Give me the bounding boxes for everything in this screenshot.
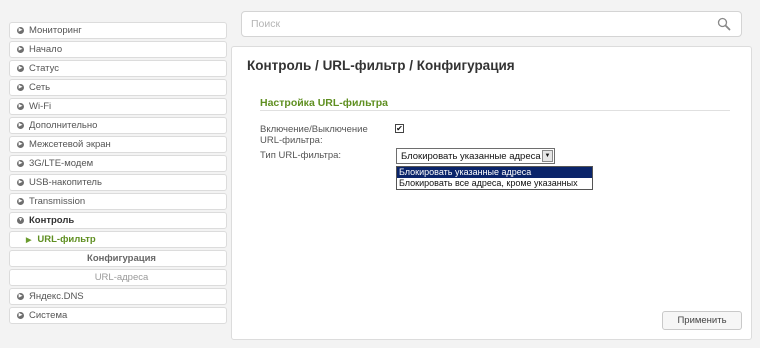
- search-placeholder: Поиск: [251, 18, 281, 30]
- section-title: Настройка URL-фильтра: [260, 97, 389, 109]
- search-bar[interactable]: Поиск: [241, 11, 742, 37]
- expand-icon: ▶: [17, 122, 24, 129]
- sidebar-item-label: Статус: [29, 63, 60, 74]
- enable-filter-label-line1: Включение/Выключение: [260, 124, 368, 135]
- sidebar-item-label: Дополнительно: [29, 120, 98, 131]
- sidebar-item-advanced[interactable]: ▶ Дополнительно: [9, 117, 227, 134]
- expand-icon: ▶: [17, 27, 24, 34]
- expand-icon: ▶: [17, 65, 24, 72]
- expand-icon: ▶: [17, 46, 24, 53]
- sidebar-item-label: Система: [29, 310, 68, 321]
- sidebar-item-wifi[interactable]: ▶ Wi-Fi: [9, 98, 227, 115]
- section-divider: [260, 110, 730, 111]
- enable-filter-checkbox[interactable]: ✔: [395, 124, 404, 133]
- sidebar-item-label: Начало: [29, 44, 63, 55]
- sidebar-item-url-addresses[interactable]: URL-адреса: [9, 269, 227, 286]
- sidebar-item-yandex-dns[interactable]: ▶ Яндекс.DNS: [9, 288, 227, 305]
- expand-icon: ▶: [17, 141, 24, 148]
- filter-type-option-block-all-except[interactable]: Блокировать все адреса, кроме указанных: [397, 178, 592, 189]
- expand-icon: ▶: [17, 293, 24, 300]
- sidebar-item-network[interactable]: ▶ Сеть: [9, 79, 227, 96]
- sidebar-item-monitoring[interactable]: ▶ Мониторинг: [9, 22, 227, 39]
- sidebar-item-label: Wi-Fi: [29, 101, 52, 112]
- sidebar-item-system[interactable]: ▶ Система: [9, 307, 227, 324]
- sidebar-item-transmission[interactable]: ▶ Transmission: [9, 193, 227, 210]
- enable-filter-label-line2: URL-фильтра:: [260, 135, 323, 146]
- main-panel: Контроль / URL-фильтр / Конфигурация Нас…: [231, 46, 752, 340]
- apply-button[interactable]: Применить: [662, 311, 742, 330]
- page-title: Контроль / URL-фильтр / Конфигурация: [247, 58, 515, 73]
- sidebar-item-label: Сеть: [29, 82, 51, 93]
- sidebar-item-firewall[interactable]: ▶ Межсетевой экран: [9, 136, 227, 153]
- search-icon[interactable]: [717, 17, 731, 31]
- sidebar-item-label: Контроль: [29, 215, 75, 226]
- breadcrumb-control[interactable]: Контроль /: [247, 58, 319, 73]
- filter-type-value: Блокировать указанные адреса: [401, 150, 541, 162]
- enable-filter-label: Включение/Выключение URL-фильтра:: [260, 124, 368, 146]
- filter-type-option-block-listed[interactable]: Блокировать указанные адреса: [397, 167, 592, 178]
- sidebar-item-label: URL-фильтр: [37, 234, 96, 245]
- sidebar-item-label: USB-накопитель: [29, 177, 102, 188]
- expand-icon: ▶: [17, 312, 24, 319]
- sidebar-item-start[interactable]: ▶ Начало: [9, 41, 227, 58]
- sidebar-item-label: 3G/LTE-модем: [29, 158, 94, 169]
- expand-icon: ▶: [17, 179, 24, 186]
- sidebar-item-label: Межсетевой экран: [29, 139, 111, 150]
- sidebar-item-label: Конфигурация: [87, 253, 156, 264]
- collapse-icon: ▼: [17, 217, 24, 224]
- sidebar-item-modem[interactable]: ▶ 3G/LTE-модем: [9, 155, 227, 172]
- sidebar-item-status[interactable]: ▶ Статус: [9, 60, 227, 77]
- filter-type-label: Тип URL-фильтра:: [260, 150, 342, 161]
- expand-icon: ▶: [17, 103, 24, 110]
- expand-icon: ▶: [17, 198, 24, 205]
- arrow-right-icon: ▶: [26, 236, 32, 244]
- expand-icon: ▶: [17, 84, 24, 91]
- sidebar-item-label: Transmission: [29, 196, 86, 207]
- sidebar-item-usb[interactable]: ▶ USB-накопитель: [9, 174, 227, 191]
- filter-type-select[interactable]: Блокировать указанные адреса ▼: [396, 148, 555, 164]
- chevron-down-icon[interactable]: ▼: [542, 150, 553, 162]
- sidebar-item-label: URL-адреса: [94, 272, 149, 283]
- sidebar-item-url-filter[interactable]: ▶ URL-фильтр: [9, 231, 227, 248]
- breadcrumb-url-filter[interactable]: URL-фильтр /: [323, 58, 413, 73]
- filter-type-options: Блокировать указанные адреса Блокировать…: [396, 166, 593, 190]
- sidebar-item-label: Мониторинг: [29, 25, 82, 36]
- sidebar-item-configuration[interactable]: Конфигурация: [9, 250, 227, 267]
- sidebar-item-label: Яндекс.DNS: [29, 291, 84, 302]
- expand-icon: ▶: [17, 160, 24, 167]
- checkmark-icon: ✔: [396, 123, 403, 133]
- sidebar-item-control[interactable]: ▼ Контроль: [9, 212, 227, 229]
- breadcrumb-configuration: Конфигурация: [416, 58, 515, 73]
- sidebar-nav: ▶ Мониторинг ▶ Начало ▶ Статус ▶ Сеть ▶ Wi-Fi…: [9, 22, 227, 326]
